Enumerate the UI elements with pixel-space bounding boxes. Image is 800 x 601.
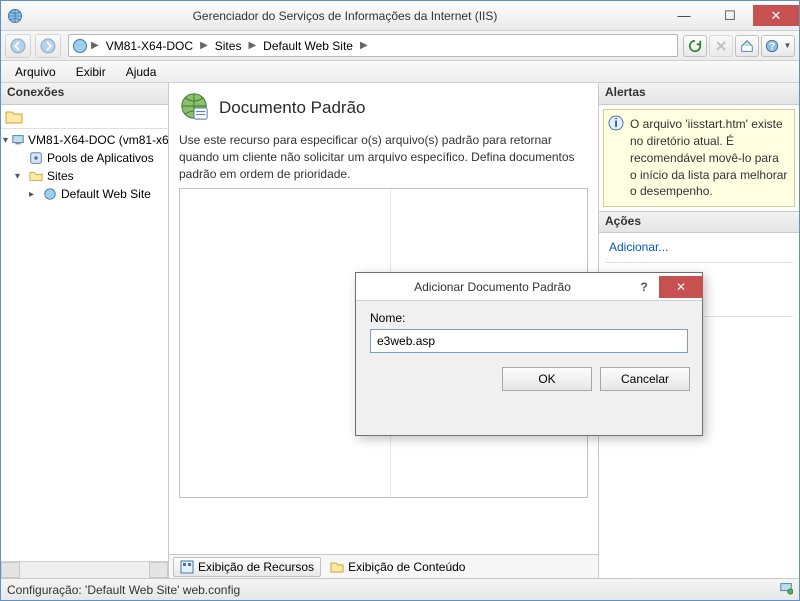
page-title-row: Documento Padrão: [179, 91, 588, 124]
tree-app-pools-label: Pools de Aplicativos: [47, 151, 154, 165]
actions-header: Ações: [599, 211, 799, 233]
sites-folder-icon: [28, 168, 44, 184]
center-panel: Documento Padrão Use este recurso para e…: [169, 83, 599, 578]
info-icon: i: [608, 115, 624, 131]
home-button[interactable]: [735, 35, 759, 57]
connections-toolbar: [1, 105, 168, 129]
alerts-body: i O arquivo 'iisstart.htm' existe no dir…: [603, 109, 795, 207]
features-view-tab[interactable]: Exibição de Recursos: [173, 557, 321, 577]
add-default-document-dialog: Adicionar Documento Padrão ? ✕ Nome: OK …: [355, 272, 703, 436]
refresh-icon: [688, 39, 702, 53]
tree-sites-node[interactable]: ▾ Sites: [1, 167, 168, 185]
tree-default-site-node[interactable]: ▸ Default Web Site: [1, 185, 168, 203]
name-label: Nome:: [370, 311, 688, 325]
menu-help[interactable]: Ajuda: [118, 63, 165, 81]
maximize-button[interactable]: ☐: [707, 5, 753, 26]
site-globe-icon: [42, 186, 58, 202]
tree-default-site-label: Default Web Site: [61, 187, 151, 201]
back-button[interactable]: [5, 34, 31, 58]
alerts-header: Alertas: [599, 83, 799, 105]
page-title: Documento Padrão: [219, 98, 365, 118]
svg-text:?: ?: [768, 40, 774, 52]
ok-button[interactable]: OK: [502, 367, 592, 391]
menu-file[interactable]: Arquivo: [7, 63, 64, 81]
menubar: Arquivo Exibir Ajuda: [1, 61, 799, 83]
breadcrumb-icon: [72, 38, 88, 54]
dialog-buttons: OK Cancelar: [356, 361, 702, 401]
stop-button[interactable]: [709, 35, 733, 57]
body: Conexões ▾ VM81-X64-DOC (vm81-x64-doc\Ad…: [1, 83, 799, 578]
view-tabs: Exibição de Recursos Exibição de Conteúd…: [169, 554, 598, 578]
dialog-title: Adicionar Documento Padrão: [356, 280, 629, 294]
breadcrumb[interactable]: ▶ VM81-X64-DOC ▶ Sites ▶ Default Web Sit…: [68, 34, 678, 57]
iis-manager-window: Gerenciador do Serviços de Informações d…: [0, 0, 800, 601]
dialog-body: Nome:: [356, 301, 702, 361]
expander-icon[interactable]: ▾: [3, 135, 8, 146]
breadcrumb-sep-icon: ▶: [89, 40, 101, 51]
cancel-icon: [715, 40, 727, 52]
dialog-titlebar: Adicionar Documento Padrão ? ✕: [356, 273, 702, 301]
center-inner: Documento Padrão Use este recurso para e…: [169, 83, 598, 554]
status-config: Configuração: 'Default Web Site' web.con…: [7, 583, 240, 597]
breadcrumb-sep-icon: ▶: [246, 40, 258, 51]
breadcrumb-sep-icon: ▶: [198, 40, 210, 51]
tree-sites-label: Sites: [47, 169, 74, 183]
address-bar: ▶ VM81-X64-DOC ▶ Sites ▶ Default Web Sit…: [1, 31, 799, 61]
expander-icon[interactable]: ▸: [29, 189, 39, 200]
connections-header: Conexões: [1, 83, 168, 105]
help-icon: ?: [765, 39, 779, 53]
breadcrumb-node[interactable]: Default Web Site: [259, 39, 357, 53]
page-title-icon: [179, 91, 209, 124]
dialog-close-button[interactable]: ✕: [659, 276, 703, 298]
content-view-label: Exibição de Conteúdo: [348, 560, 465, 574]
chevron-down-icon: ▼: [784, 41, 792, 50]
tree-server-node[interactable]: ▾ VM81-X64-DOC (vm81-x64-doc\Admin): [1, 131, 168, 149]
app-pools-icon: [28, 150, 44, 166]
close-button[interactable]: ✕: [753, 5, 799, 26]
refresh-button[interactable]: [683, 35, 707, 57]
features-view-icon: [180, 560, 194, 574]
connections-panel: Conexões ▾ VM81-X64-DOC (vm81-x64-doc\Ad…: [1, 83, 169, 578]
cancel-button[interactable]: Cancelar: [600, 367, 690, 391]
tree-server-label: VM81-X64-DOC (vm81-x64-doc\Admin): [28, 133, 168, 147]
name-input[interactable]: [370, 329, 688, 353]
menu-view[interactable]: Exibir: [68, 63, 114, 81]
minimize-button[interactable]: —: [661, 5, 707, 26]
action-add[interactable]: Adicionar...: [605, 237, 793, 257]
breadcrumb-node[interactable]: Sites: [211, 39, 246, 53]
app-icon: [1, 1, 29, 31]
status-server-icon: [779, 581, 793, 598]
breadcrumb-node[interactable]: VM81-X64-DOC: [102, 39, 197, 53]
window-buttons: — ☐ ✕: [661, 5, 799, 26]
folder-connect-icon[interactable]: [5, 108, 23, 126]
dialog-help-button[interactable]: ?: [629, 276, 659, 298]
svg-text:i: i: [614, 116, 617, 130]
content-view-icon: [330, 560, 344, 574]
help-button[interactable]: ? ▼: [761, 35, 795, 57]
content-view-tab[interactable]: Exibição de Conteúdo: [323, 557, 472, 577]
server-icon: [11, 132, 25, 148]
right-toolbar: ? ▼: [683, 35, 795, 57]
alert-message: O arquivo 'iisstart.htm' existe no diret…: [630, 117, 787, 198]
connections-tree[interactable]: ▾ VM81-X64-DOC (vm81-x64-doc\Admin) Pool…: [1, 129, 168, 561]
expander-icon[interactable]: ▾: [15, 171, 25, 182]
status-bar: Configuração: 'Default Web Site' web.con…: [1, 578, 799, 600]
window-title: Gerenciador do Serviços de Informações d…: [29, 9, 661, 23]
titlebar: Gerenciador do Serviços de Informações d…: [1, 1, 799, 31]
actions-separator: [605, 262, 793, 263]
connections-scrollbar-h[interactable]: [1, 561, 168, 578]
home-icon: [740, 39, 754, 53]
features-view-label: Exibição de Recursos: [198, 560, 314, 574]
tree-app-pools-node[interactable]: Pools de Aplicativos: [1, 149, 168, 167]
breadcrumb-sep-icon: ▶: [358, 40, 370, 51]
forward-button[interactable]: [35, 34, 61, 58]
page-description: Use este recurso para especificar o(s) a…: [179, 132, 579, 182]
